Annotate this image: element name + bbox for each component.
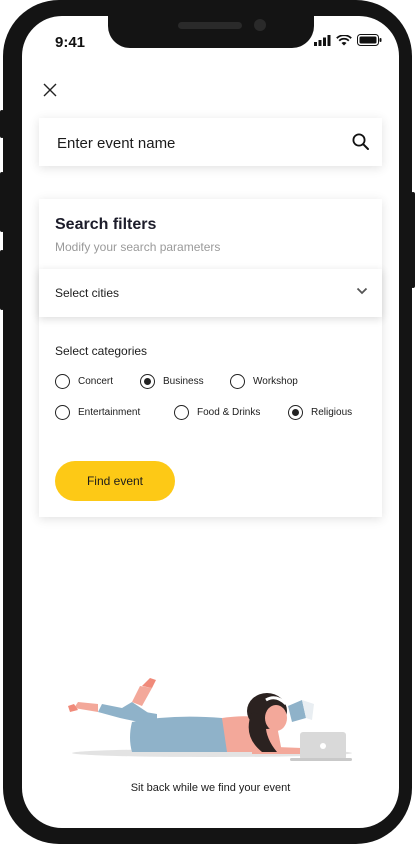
- status-time: 9:41: [55, 34, 86, 51]
- category-radio-entertainment[interactable]: Entertainment: [55, 405, 140, 420]
- category-radio-religious[interactable]: Religious: [288, 405, 352, 420]
- mute-switch: [0, 110, 4, 138]
- radio-unchecked-icon: [174, 405, 189, 420]
- battery-icon: [357, 34, 382, 46]
- screen: 9:41 Enter event name Search filters Mod…: [22, 16, 399, 828]
- category-radio-concert[interactable]: Concert: [55, 374, 113, 389]
- categories-title: Select categories: [55, 344, 148, 358]
- notch: [108, 16, 314, 48]
- search-bar: [39, 118, 382, 168]
- category-radio-workshop[interactable]: Workshop: [230, 374, 298, 389]
- wifi-icon: [336, 34, 352, 45]
- select-cities-label: Select cities: [55, 286, 120, 300]
- volume-up-button: [0, 172, 4, 232]
- status-icons: [314, 34, 382, 46]
- category-radio-food-drinks[interactable]: Food & Drinks: [174, 405, 260, 420]
- close-icon[interactable]: [42, 82, 58, 98]
- radio-unchecked-icon: [55, 405, 70, 420]
- radio-unchecked-icon: [230, 374, 245, 389]
- category-label: Business: [163, 376, 204, 387]
- woman-reading-illustration: [68, 678, 352, 761]
- find-event-button[interactable]: Find event: [55, 461, 175, 501]
- radio-checked-icon: [288, 405, 303, 420]
- radio-unchecked-icon: [55, 374, 70, 389]
- front-camera: [254, 19, 266, 31]
- radio-checked-icon: [140, 374, 155, 389]
- search-icon[interactable]: [352, 133, 370, 151]
- filters-title: Search filters: [55, 216, 157, 233]
- signal-icon: [314, 34, 331, 46]
- search-input[interactable]: [55, 118, 339, 168]
- footer-caption: Sit back while we find your event: [130, 782, 291, 794]
- phone-frame: 9:41 Enter event name Search filters Mod…: [0, 0, 415, 844]
- speaker: [178, 22, 242, 29]
- category-label: Religious: [311, 407, 353, 418]
- chevron-down-icon: [356, 287, 368, 295]
- filters-subtitle: Modify your search parameters: [55, 240, 221, 254]
- power-button: [411, 192, 415, 288]
- select-cities-dropdown[interactable]: Select cities: [39, 269, 382, 317]
- category-label: Concert: [78, 376, 114, 387]
- category-label: Workshop: [253, 376, 298, 387]
- category-radio-business[interactable]: Business: [140, 374, 204, 389]
- search-filters-card: Search filters Modify your search parame…: [39, 199, 382, 517]
- category-label: Entertainment: [78, 407, 141, 418]
- category-label: Food & Drinks: [197, 407, 261, 418]
- volume-down-button: [0, 250, 4, 310]
